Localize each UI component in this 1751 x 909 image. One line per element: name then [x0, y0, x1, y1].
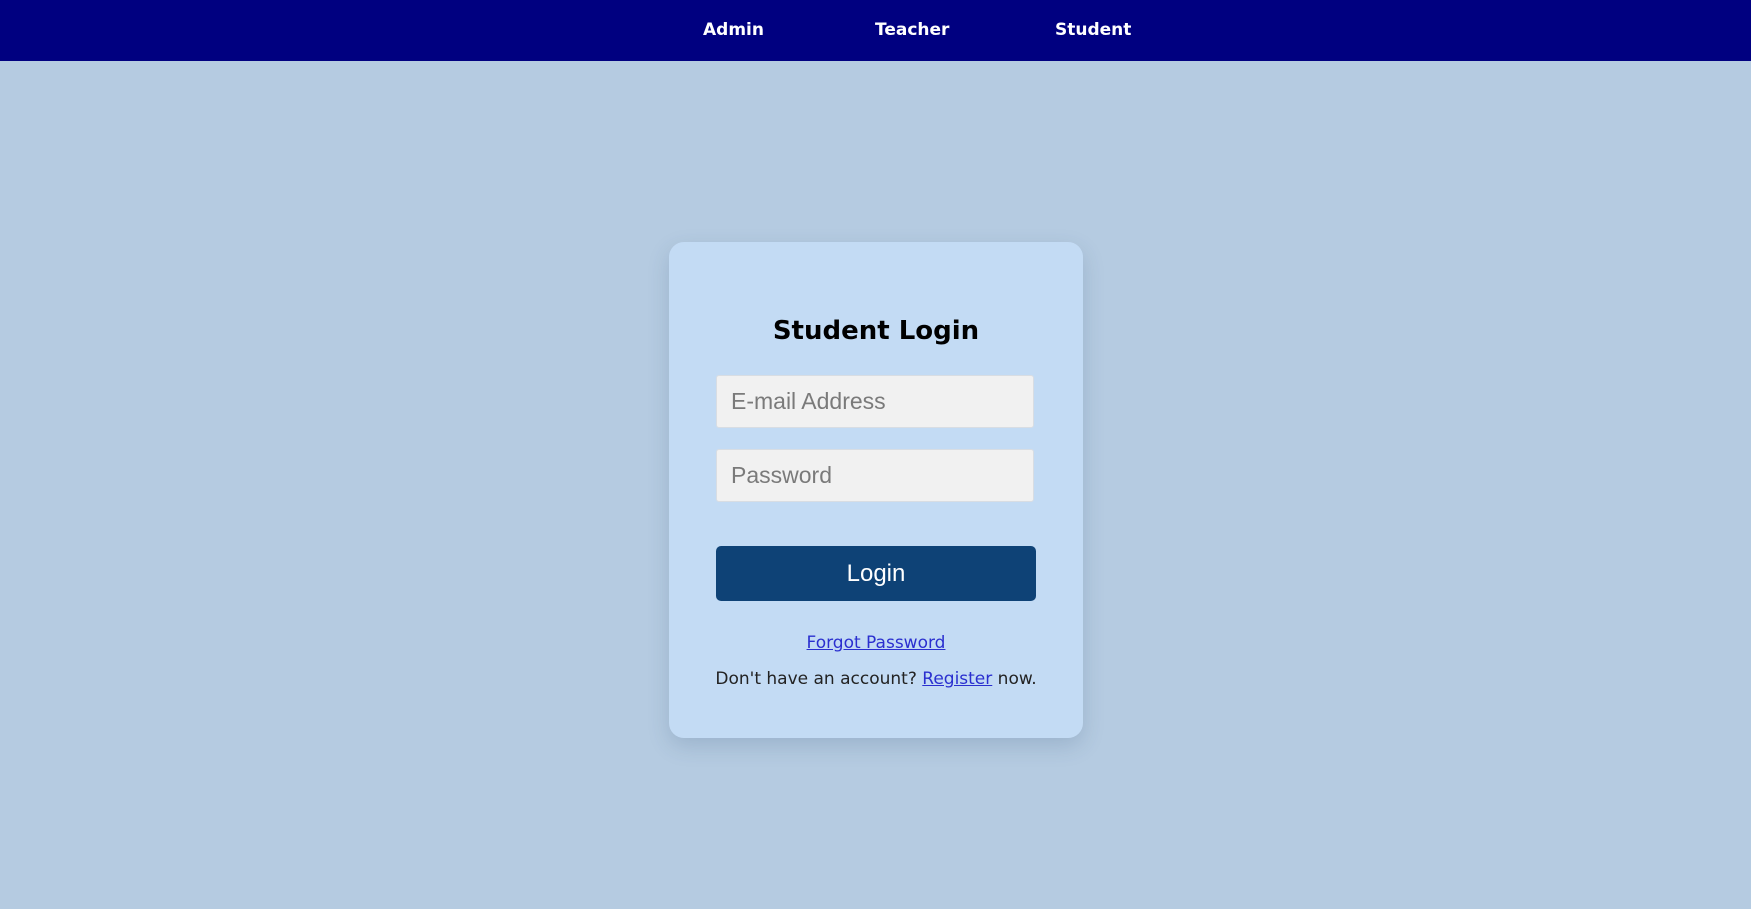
- nav-link-admin[interactable]: Admin: [703, 19, 764, 41]
- email-field[interactable]: [716, 375, 1034, 428]
- register-prefix-text: Don't have an account?: [715, 669, 923, 689]
- login-title: Student Login: [772, 316, 980, 346]
- top-navbar: Admin Teacher Student: [0, 0, 1751, 61]
- forgot-password-row: Forgot Password: [669, 632, 1083, 654]
- password-field[interactable]: [716, 449, 1034, 502]
- register-link[interactable]: Register: [922, 669, 992, 689]
- register-prompt: Don't have an account? Register now.: [669, 668, 1083, 690]
- login-button[interactable]: Login: [716, 546, 1036, 601]
- register-suffix-text: now.: [992, 669, 1037, 689]
- forgot-password-link[interactable]: Forgot Password: [807, 633, 946, 653]
- login-card: Student Login Login Forgot Password Don'…: [669, 242, 1083, 738]
- nav-link-student[interactable]: Student: [1055, 19, 1131, 41]
- nav-link-teacher[interactable]: Teacher: [875, 19, 949, 41]
